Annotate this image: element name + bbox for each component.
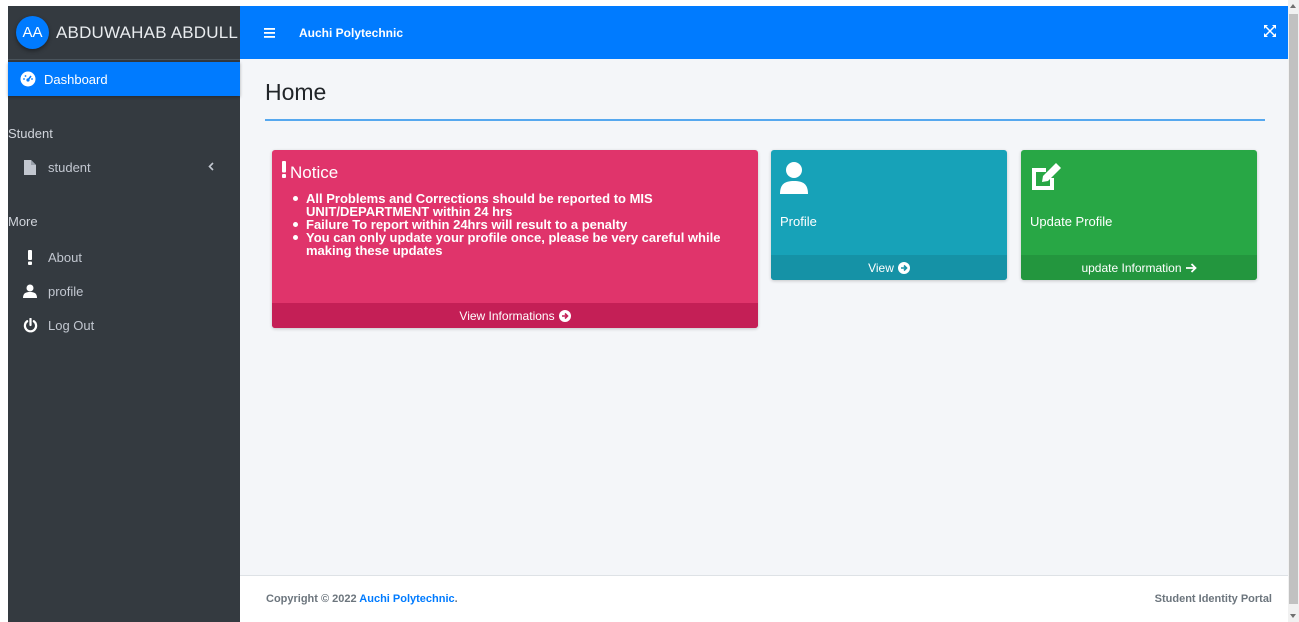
sidebar-item-student[interactable]: student xyxy=(8,152,240,182)
arrow-right-icon xyxy=(1185,262,1197,273)
notice-title: Notice xyxy=(290,162,339,182)
exclamation-icon xyxy=(281,161,287,184)
portal-name: Student Identity Portal xyxy=(1154,593,1272,605)
copyright: Copyright © 2022 Auchi Polytechnic. xyxy=(266,593,458,605)
avatar: AA xyxy=(16,16,49,49)
sidebar-item-label: About xyxy=(48,249,82,265)
top-navbar: Auchi Polytechnic xyxy=(240,6,1288,59)
page-title: Home xyxy=(265,79,327,105)
copyright-suffix: . xyxy=(454,593,458,605)
footer-link-label: update Information xyxy=(1081,260,1182,275)
file-icon xyxy=(18,159,42,175)
user-brand[interactable]: AA ABDUWAHAB ABDULL xyxy=(8,6,240,60)
sidebar-item-profile[interactable]: profile xyxy=(8,276,240,306)
sidebar-item-label: Dashboard xyxy=(44,71,108,87)
dashboard-gauge-icon xyxy=(20,71,36,87)
copyright-text: Copyright © 2022 xyxy=(266,593,357,605)
sidebar-item-label: profile xyxy=(48,283,84,299)
sidebar-item-about[interactable]: About xyxy=(8,242,240,272)
sidebar-item-label: Log Out xyxy=(48,317,95,333)
copyright-link[interactable]: Auchi Polytechnic xyxy=(359,593,454,605)
update-information-link[interactable]: update Information xyxy=(1021,255,1257,280)
scrollbar-thumb[interactable] xyxy=(1289,14,1298,604)
update-card-label: Update Profile xyxy=(1030,214,1113,229)
scroll-down-arrow-icon[interactable] xyxy=(1290,614,1296,618)
user-name: ABDUWAHAB ABDULL xyxy=(56,22,239,42)
nav-header-more: More xyxy=(8,214,38,229)
edit-icon xyxy=(1030,162,1062,197)
sidebar-item-dashboard[interactable]: Dashboard xyxy=(8,62,240,96)
arrow-circle-right-icon xyxy=(558,309,571,322)
nav-header-student: Student xyxy=(8,126,53,141)
page-footer: Copyright © 2022 Auchi Polytechnic. Stud… xyxy=(240,575,1288,622)
footer-link-label: View Informations xyxy=(459,308,555,323)
update-profile-card: Update Profile update Information xyxy=(1021,150,1257,280)
notice-heading: Notice xyxy=(281,161,338,184)
view-informations-link[interactable]: View Informations xyxy=(272,303,758,328)
title-divider xyxy=(265,119,1265,121)
notice-card: Notice All Problems and Corrections shou… xyxy=(272,150,758,328)
user-icon xyxy=(780,162,808,199)
sidebar-item-label: student xyxy=(48,159,91,175)
user-icon xyxy=(18,284,42,298)
profile-card-label: Profile xyxy=(780,214,817,229)
vertical-scrollbar[interactable] xyxy=(1288,0,1299,622)
fullscreen-expand-icon[interactable] xyxy=(1264,25,1276,37)
sidebar-item-logout[interactable]: Log Out xyxy=(8,310,240,340)
profile-view-link[interactable]: View xyxy=(771,255,1007,280)
notice-list: All Problems and Corrections should be r… xyxy=(293,192,746,257)
list-item: You can only update your profile once, p… xyxy=(293,231,746,257)
sidebar: AA ABDUWAHAB ABDULL Dashboard Student st… xyxy=(8,6,240,622)
app-title[interactable]: Auchi Polytechnic xyxy=(299,26,403,40)
list-item: All Problems and Corrections should be r… xyxy=(293,192,746,218)
scroll-up-arrow-icon[interactable] xyxy=(1290,4,1296,8)
profile-card: Profile View xyxy=(771,150,1007,280)
chevron-left-icon xyxy=(208,160,214,174)
arrow-circle-right-icon xyxy=(897,261,910,274)
footer-link-label: View xyxy=(868,260,894,275)
app-frame: AA ABDUWAHAB ABDULL Dashboard Student st… xyxy=(8,6,1288,622)
hamburger-menu-icon[interactable] xyxy=(264,27,275,38)
exclamation-icon xyxy=(18,249,42,265)
power-icon xyxy=(18,317,42,333)
